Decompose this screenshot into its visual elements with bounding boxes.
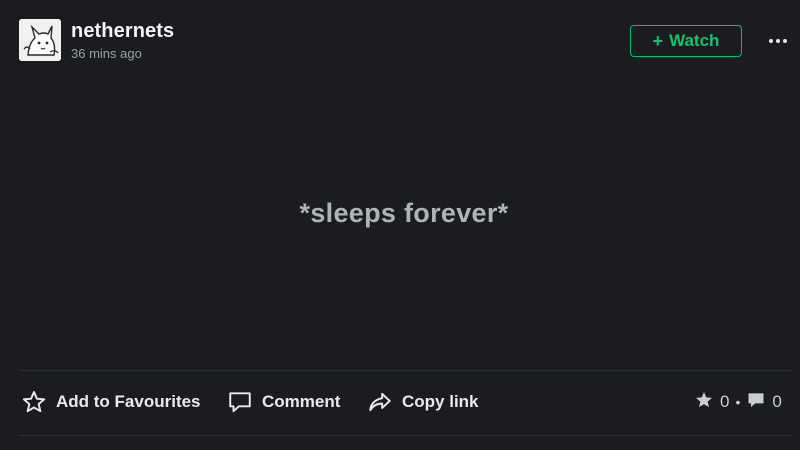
avatar[interactable] [19,19,61,61]
comment-label: Comment [262,392,341,411]
post-card: nethernets 36 mins ago + Watch *sleeps f… [0,0,800,450]
watch-button-label: Watch [669,31,720,50]
add-to-favourites-label: Add to Favourites [56,392,201,411]
favourites-count: 0 [720,392,730,411]
footer-divider-top [19,370,792,371]
stats-separator: • [735,394,741,410]
comments-count: 0 [772,392,782,411]
comment-button[interactable]: Comment [226,388,340,416]
copy-link-button[interactable]: Copy link [366,388,479,416]
copy-link-label: Copy link [402,392,479,411]
post-timestamp: 36 mins ago [71,46,142,61]
ellipsis-icon [769,39,787,43]
speech-bubble-filled-icon [746,390,766,415]
star-filled-icon [694,390,714,415]
add-to-favourites-button[interactable]: Add to Favourites [20,388,201,416]
speech-bubble-icon [226,388,254,416]
star-outline-icon [20,388,48,416]
post-text: *sleeps forever* [299,198,509,228]
more-options-button[interactable] [764,28,792,54]
author-name[interactable]: nethernets [71,20,174,43]
post-stats: 0 • 0 [694,390,782,414]
share-arrow-icon [366,388,394,416]
footer-divider-bottom [19,435,792,436]
watch-button[interactable]: + Watch [630,25,742,57]
plus-icon: + [652,30,664,51]
avatar-drawing [19,19,61,61]
